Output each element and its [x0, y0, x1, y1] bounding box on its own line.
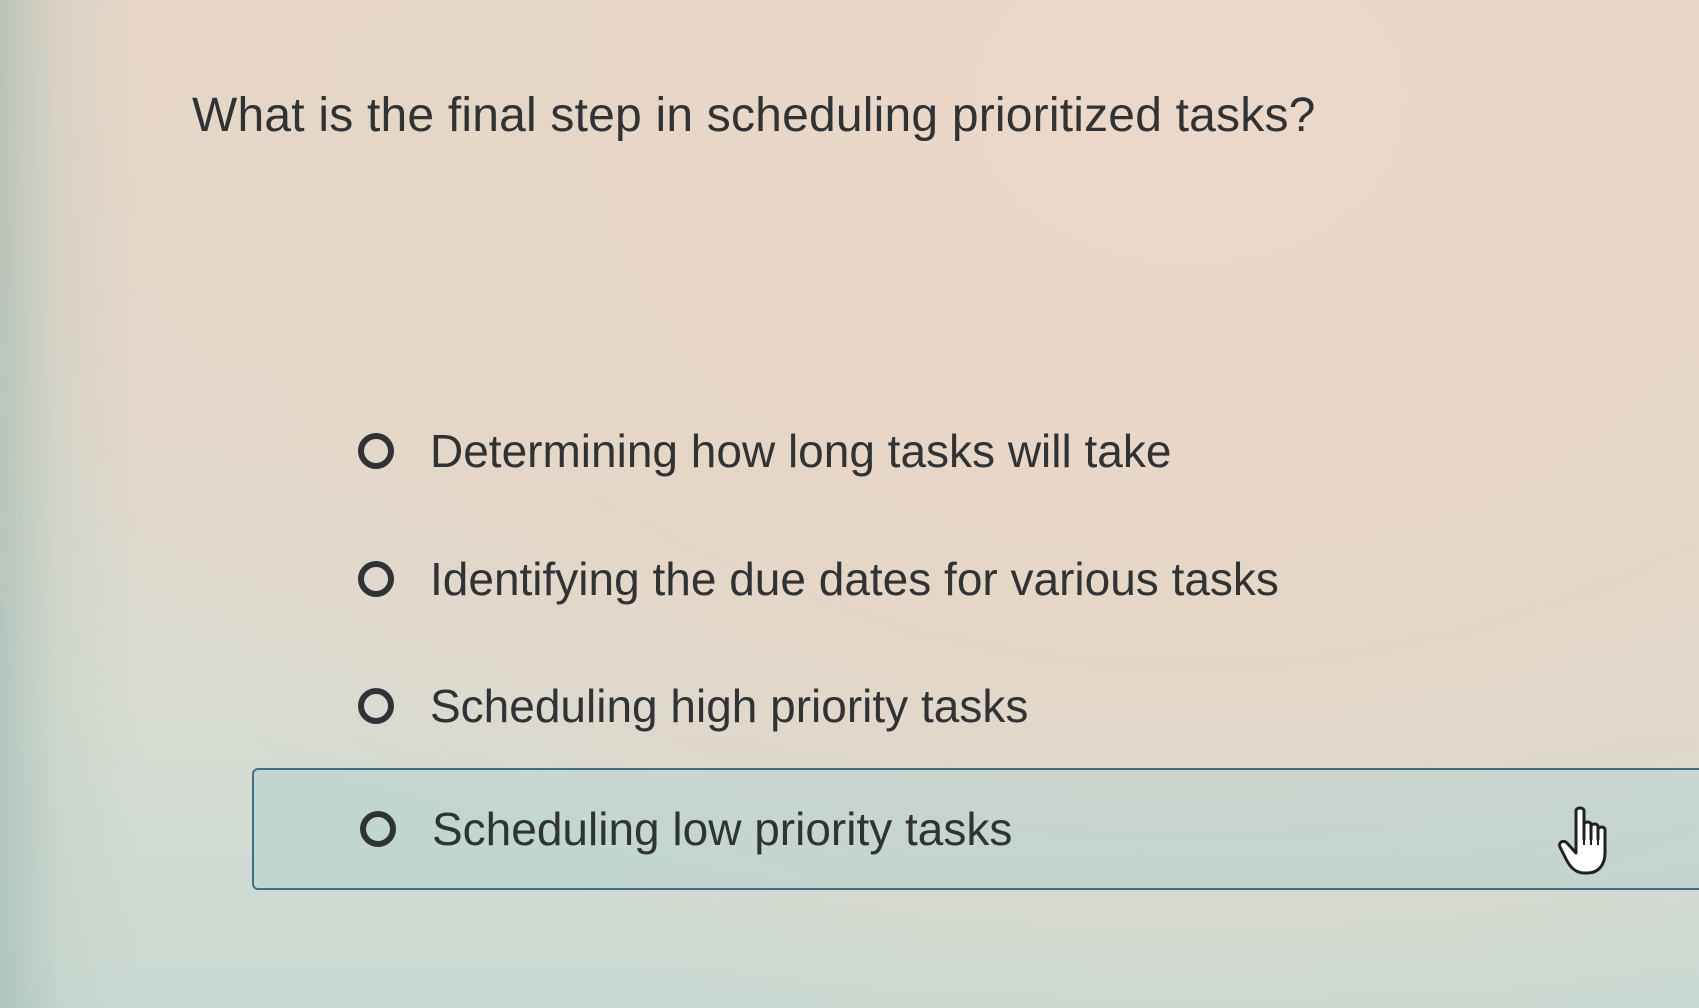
answer-option-label: Determining how long tasks will take: [430, 425, 1172, 477]
pointer-hand-icon: [1558, 806, 1607, 875]
radio-button-icon[interactable]: [358, 561, 394, 597]
answer-option-3[interactable]: Scheduling high priority tasks: [252, 645, 1699, 767]
radio-button-icon[interactable]: [358, 688, 394, 724]
answer-option-1[interactable]: Determining how long tasks will take: [252, 390, 1699, 512]
answer-option-2[interactable]: Identifying the due dates for various ta…: [252, 518, 1699, 640]
answer-option-label: Scheduling high priority tasks: [430, 680, 1029, 732]
answer-option-4[interactable]: Scheduling low priority tasks: [252, 768, 1699, 890]
radio-button-icon[interactable]: [360, 811, 396, 847]
answer-option-label: Scheduling low priority tasks: [432, 803, 1013, 855]
radio-button-icon[interactable]: [358, 433, 394, 469]
answer-options: Determining how long tasks will take Ide…: [0, 0, 1699, 1008]
answer-option-label: Identifying the due dates for various ta…: [430, 553, 1279, 605]
